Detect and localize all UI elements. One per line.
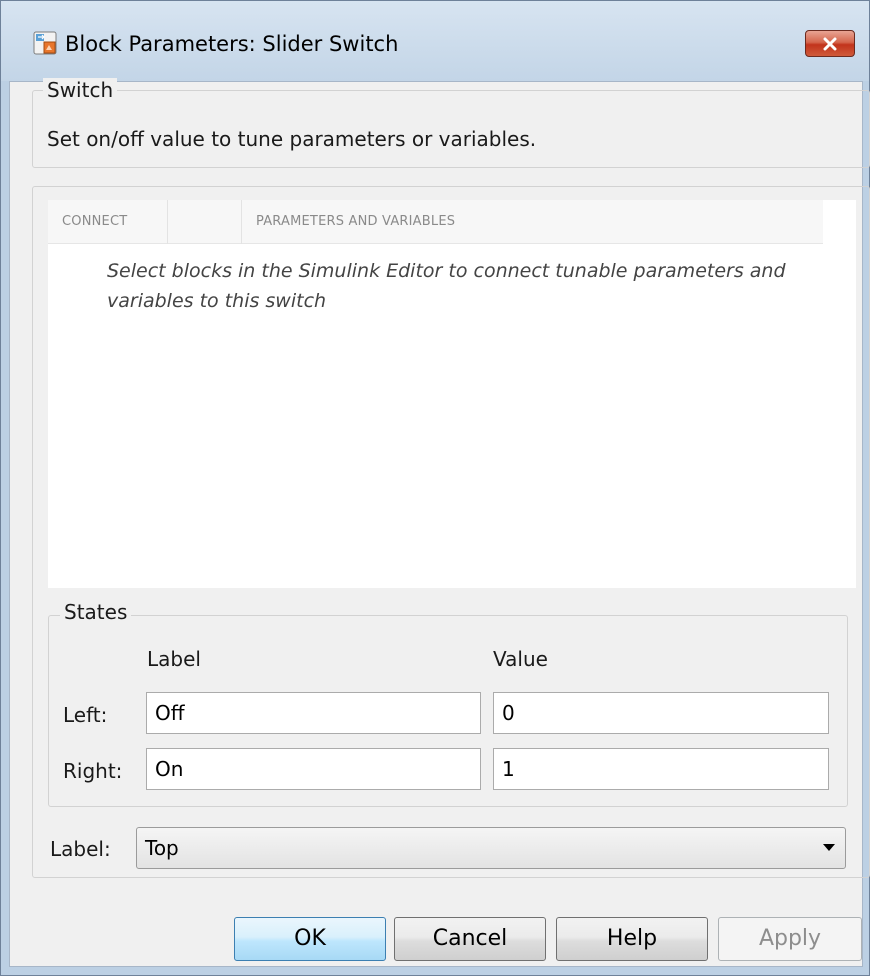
close-icon bbox=[823, 37, 837, 50]
label-position-dropdown[interactable]: Top bbox=[136, 827, 846, 869]
switch-group-legend: Switch bbox=[43, 78, 118, 102]
left-value-field[interactable]: 0 bbox=[493, 692, 829, 734]
title-bar[interactable]: Block Parameters: Slider Switch bbox=[1, 1, 869, 81]
column-header-blank[interactable] bbox=[168, 200, 242, 244]
right-label-field[interactable]: On bbox=[146, 748, 481, 790]
switch-description: Set on/off value to tune parameters or v… bbox=[47, 127, 537, 151]
value-column-header: Value bbox=[493, 647, 548, 671]
help-button[interactable]: Help bbox=[556, 917, 708, 961]
cancel-button[interactable]: Cancel bbox=[394, 917, 546, 961]
connect-hint-text: Select blocks in the Simulink Editor to … bbox=[107, 260, 786, 312]
close-button[interactable] bbox=[805, 30, 855, 57]
connection-table[interactable]: CONNECT PARAMETERS AND VARIABLES Select … bbox=[48, 200, 856, 588]
dialog-body: Switch Set on/off value to tune paramete… bbox=[9, 78, 870, 967]
label-position-label: Label: bbox=[50, 837, 111, 861]
simulink-block-icon bbox=[33, 31, 57, 55]
label-column-header: Label bbox=[147, 647, 201, 671]
states-group-legend: States bbox=[60, 600, 132, 624]
table-header: CONNECT PARAMETERS AND VARIABLES bbox=[48, 200, 823, 244]
window-title: Block Parameters: Slider Switch bbox=[65, 32, 399, 56]
ok-button[interactable]: OK bbox=[234, 917, 386, 961]
apply-button[interactable]: Apply bbox=[718, 917, 862, 961]
right-value-field[interactable]: 1 bbox=[493, 748, 829, 790]
column-header-connect[interactable]: CONNECT bbox=[48, 200, 168, 244]
left-state-label: Left: bbox=[63, 703, 108, 727]
label-position-value: Top bbox=[145, 836, 179, 860]
left-label-field[interactable]: Off bbox=[146, 692, 481, 734]
column-header-parameters[interactable]: PARAMETERS AND VARIABLES bbox=[242, 200, 823, 244]
right-state-label: Right: bbox=[63, 759, 123, 783]
dialog-window: Block Parameters: Slider Switch Switch S… bbox=[0, 0, 870, 976]
chevron-down-icon bbox=[823, 844, 835, 851]
